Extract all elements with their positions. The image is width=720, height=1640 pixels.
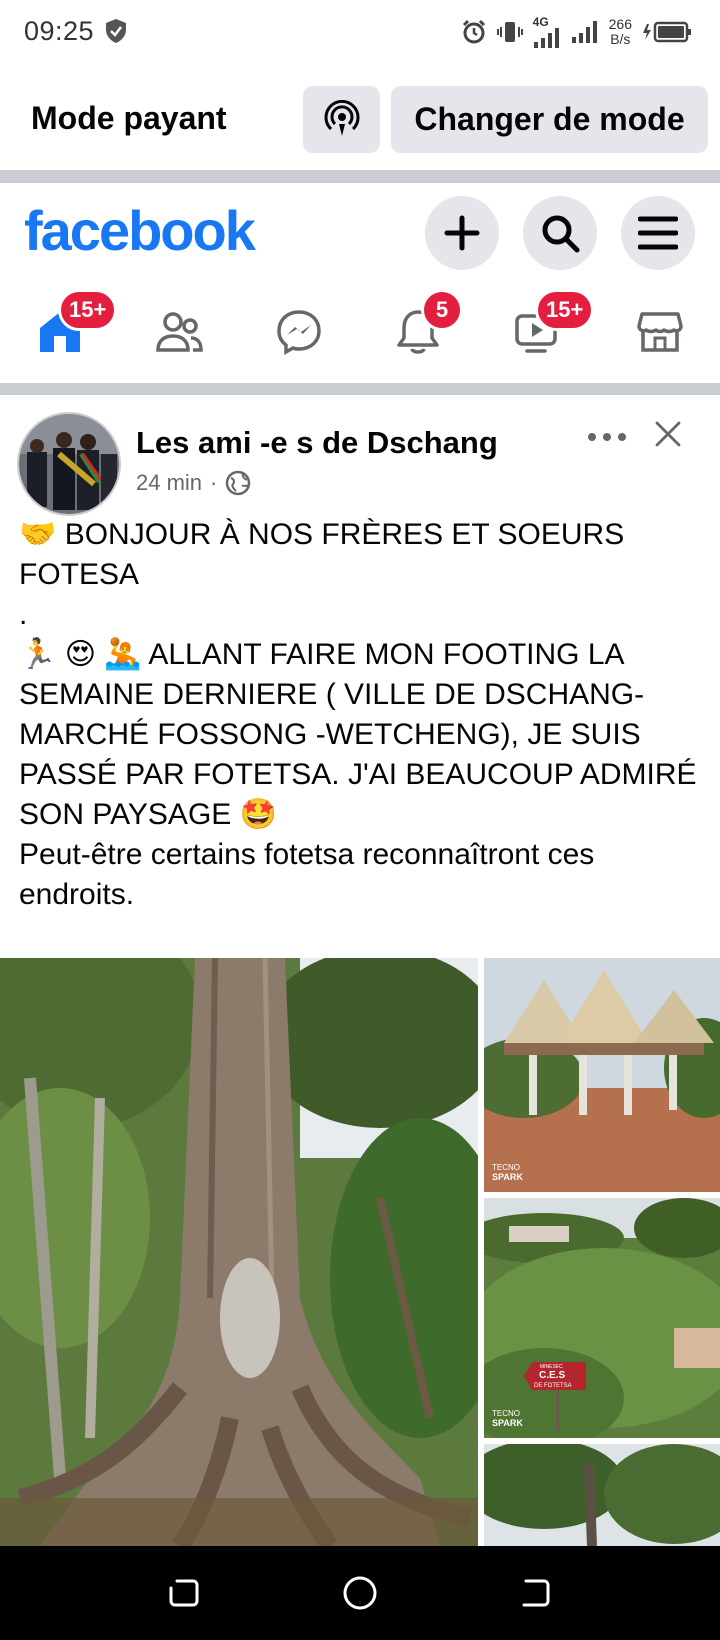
post-author[interactable]: Les ami -e s de Dschang — [136, 425, 498, 461]
broadcast-icon — [324, 99, 359, 136]
back-icon — [522, 1579, 550, 1607]
tab-messenger[interactable] — [249, 297, 349, 367]
status-bar: 09:25 4G 266 B/s — [0, 0, 720, 66]
hide-post-button[interactable] — [648, 409, 688, 459]
vibrate-icon — [496, 22, 523, 42]
video-badge: 15+ — [535, 289, 595, 331]
tab-home[interactable]: 15+ — [10, 289, 118, 367]
mode-bar: Mode payant Changer de mode — [0, 66, 720, 170]
photo-school-sign[interactable]: MINESEC C.E.S DE FOTETSA TECNO SPARK — [484, 1198, 720, 1438]
sign-subtitle: DE FOTETSA — [534, 1383, 572, 1389]
search-button[interactable] — [523, 196, 597, 270]
home-button[interactable] — [335, 1568, 385, 1618]
notifications-badge: 5 — [421, 289, 463, 331]
photo-grid: TECNO SPARK MINESEC C.E.S DE FOTETSA TEC… — [0, 958, 720, 1546]
network-type: 4G — [532, 15, 549, 29]
app-header: facebook — [0, 183, 720, 283]
signal-icon — [533, 28, 559, 48]
watermark-model: SPARK — [492, 1172, 523, 1182]
watermark-brand: TECNO — [492, 1409, 520, 1418]
avatar-image — [19, 414, 119, 514]
marketplace-icon — [637, 312, 683, 352]
watermark-brand: TECNO — [492, 1163, 520, 1172]
home-circle-icon — [343, 1576, 377, 1610]
divider — [0, 383, 720, 395]
home-badge: 15+ — [58, 289, 118, 331]
search-icon — [542, 215, 580, 253]
post-text-line: 🤝 BONJOUR À NOS FRÈRES ET SOEURS FOTESA — [19, 518, 625, 591]
close-icon — [655, 421, 681, 447]
more-dots-icon — [588, 433, 626, 441]
network-speed: 266 B/s — [608, 16, 632, 47]
system-navigation-bar — [0, 1546, 720, 1640]
alarm-icon — [462, 19, 485, 44]
photo-tree[interactable] — [0, 958, 478, 1546]
photo-trees[interactable] — [484, 1444, 720, 1546]
post-time[interactable]: 24 min — [136, 470, 202, 496]
post-text-line: Peut-être certains fotetsa reconnaîtront… — [19, 838, 595, 911]
battery-icon — [643, 21, 691, 43]
post-options-button[interactable] — [582, 417, 632, 457]
tab-notifications[interactable]: 5 — [368, 289, 468, 367]
watermark-model: SPARK — [492, 1418, 523, 1428]
sign-title: C.E.S — [539, 1370, 565, 1381]
tab-friends[interactable] — [129, 297, 229, 367]
post-meta: 24 min · — [136, 470, 251, 496]
gate-photo-image: TECNO SPARK — [484, 958, 720, 1192]
create-button[interactable] — [425, 196, 499, 270]
friends-icon — [156, 312, 203, 352]
plus-icon — [444, 215, 480, 251]
status-icons: 4G 266 B/s — [461, 14, 692, 50]
tree-photo-image — [0, 958, 478, 1546]
divider — [0, 170, 720, 183]
photo-gate[interactable]: TECNO SPARK — [484, 958, 720, 1192]
recent-apps-button[interactable] — [159, 1568, 209, 1618]
feed-post: Les ami -e s de Dschang 24 min · 🤝 BONJO… — [0, 395, 720, 1546]
back-button[interactable] — [510, 1568, 560, 1618]
post-text: 🤝 BONJOUR À NOS FRÈRES ET SOEURS FOTESA … — [19, 515, 709, 915]
meta-separator: · — [210, 470, 218, 495]
data-mode-button[interactable] — [303, 86, 380, 153]
shield-icon — [106, 19, 126, 43]
post-text-line: 🏃 😍 🤽 ALLANT FAIRE MON FOOTING LA SEMAIN… — [19, 638, 697, 831]
tab-marketplace[interactable] — [610, 297, 710, 367]
globe-icon — [226, 470, 251, 496]
messenger-icon — [277, 310, 321, 356]
signal-icon-2 — [571, 21, 597, 43]
tab-bar: 15+ 5 15+ — [0, 283, 720, 383]
facebook-logo[interactable]: facebook — [24, 198, 256, 263]
change-mode-button[interactable]: Changer de mode — [391, 86, 708, 153]
menu-button[interactable] — [621, 196, 695, 270]
hamburger-menu-icon — [638, 216, 678, 250]
mode-title: Mode payant — [31, 100, 227, 136]
avatar[interactable] — [17, 412, 121, 516]
post-text-line: . — [19, 598, 28, 631]
recents-icon — [169, 1579, 199, 1607]
school-sign-photo-image: MINESEC C.E.S DE FOTETSA TECNO SPARK — [484, 1198, 720, 1438]
trees-photo-image — [484, 1444, 720, 1546]
tab-video[interactable]: 15+ — [487, 289, 595, 367]
status-time: 09:25 — [24, 16, 95, 46]
